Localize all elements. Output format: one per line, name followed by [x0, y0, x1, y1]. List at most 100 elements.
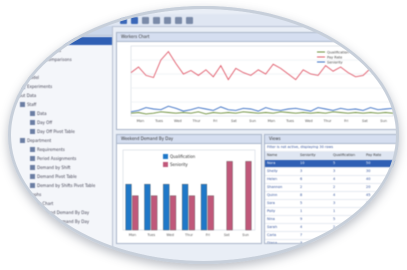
table-cell: 22: [366, 241, 371, 244]
sidebar-item[interactable]: Demand by Shifts Pivot Table: [8, 181, 112, 189]
table-cell: 35: [366, 201, 371, 205]
table-row[interactable]: Helen 6 4 40: [265, 176, 397, 184]
sidebar-item[interactable]: Day Off: [8, 118, 112, 126]
settings-icon[interactable]: [186, 16, 193, 24]
sidebar-item[interactable]: Experiments: [8, 82, 112, 90]
sidebar-item[interactable]: Demand by Shift: [8, 163, 112, 171]
table-cell: 7: [300, 233, 303, 237]
table-row[interactable]: Sora 5 3 35: [265, 200, 397, 208]
table-cell: 2: [300, 185, 303, 189]
folder-icon: [30, 164, 35, 170]
table-row[interactable]: Nora 10 5 50: [265, 160, 397, 168]
sidebar-item[interactable]: Demand Pivot Table: [8, 172, 112, 180]
export-icon[interactable]: [175, 16, 182, 24]
folder-icon: [20, 191, 25, 197]
sidebar-item-label: Model: [27, 74, 40, 80]
table-cell: 2: [333, 225, 336, 229]
table-cell: Shelly: [267, 169, 278, 173]
table-cell: 5: [333, 217, 336, 221]
home-icon[interactable]: [142, 16, 149, 24]
legend-swatch: [163, 162, 168, 167]
data-table[interactable]: Name Seniority Qualification Pay Rate Nora 10…: [265, 152, 397, 244]
sidebar-item[interactable]: Model: [8, 73, 112, 81]
sidebar-item-label: Data: [37, 110, 47, 116]
table-row[interactable]: Shannon 2 2 20: [265, 184, 397, 192]
table-cell: 3: [300, 241, 303, 244]
x-tick-label: Sun: [380, 119, 387, 123]
folder-icon: [20, 83, 25, 89]
line-chart-title: Workers Chart: [117, 33, 397, 42]
bar: [207, 195, 214, 231]
sidebar-item[interactable]: Period Assignments: [8, 154, 112, 162]
column-header[interactable]: Pay Rate: [364, 152, 397, 159]
table-row[interactable]: Quinn 8 4 45: [265, 192, 397, 200]
table-cell: 1: [333, 209, 336, 213]
refresh-icon[interactable]: [153, 16, 160, 24]
table-cell: 5: [333, 161, 336, 165]
back-icon[interactable]: [120, 16, 127, 24]
column-header[interactable]: Qualification: [331, 152, 364, 159]
sidebar-item[interactable]: Sample Analyses: [8, 46, 112, 54]
table-cell: Shannon: [267, 185, 283, 189]
folder-icon: [30, 146, 35, 152]
folder-icon: [20, 74, 25, 80]
sidebar-item[interactable]: Example Comparisons: [8, 55, 112, 63]
bar-chart-title: Weekend Demand By Day: [117, 135, 261, 144]
table-row[interactable]: Polly 1 1 15: [265, 208, 397, 216]
table-row[interactable]: Diana 3 2 22: [265, 240, 397, 244]
table-row[interactable]: Shelly 3 3 30: [265, 168, 397, 176]
sidebar-item[interactable]: Weekend Demand By Day: [8, 217, 112, 225]
sidebar-item-label: Weekend Demand By Day: [37, 218, 90, 224]
table-row[interactable]: Sarah 4 2 25: [265, 224, 397, 232]
sidebar-item[interactable]: Analyses: [8, 37, 112, 45]
sidebar-item[interactable]: Input Data: [8, 91, 112, 99]
column-header[interactable]: Name: [265, 152, 298, 159]
table-cell: 50: [366, 161, 371, 165]
folder-icon: [8, 92, 13, 98]
folder-icon: [20, 101, 25, 107]
sidebar-item[interactable]: Graphs: [8, 190, 112, 198]
bar: [182, 184, 189, 231]
folder-icon: [20, 56, 25, 62]
table-row[interactable]: Nina 9 5 48: [265, 216, 397, 224]
sidebar-item[interactable]: Day Off Pivot Table: [8, 127, 112, 135]
sidebar-item[interactable]: Worker Chart: [8, 199, 112, 207]
table-cell: Diana: [267, 241, 278, 244]
table-cell: 2: [333, 185, 336, 189]
table-cell: 3: [333, 169, 336, 173]
table-title: Views: [265, 135, 397, 144]
x-tick-label: Sun: [242, 233, 249, 237]
x-tick-label: Thur: [322, 119, 332, 123]
sidebar-item[interactable]: Data: [8, 109, 112, 117]
sidebar-tree: Analyses Sample Analyses Example Compariso…: [8, 26, 113, 264]
folder-icon: [20, 137, 25, 143]
sidebar-item[interactable]: Department: [8, 136, 112, 144]
forward-icon[interactable]: [131, 16, 138, 24]
print-icon[interactable]: [164, 16, 171, 24]
table-cell: 3: [333, 201, 336, 205]
legend-label: Qualification: [327, 50, 349, 54]
bar: [188, 195, 195, 231]
sidebar-item[interactable]: Staff: [8, 100, 112, 108]
table-cell: 42: [366, 233, 371, 237]
legend-label: Pay Rate: [327, 55, 342, 59]
sidebar-header: [8, 26, 112, 36]
sidebar-item[interactable]: Requirements: [8, 145, 112, 153]
table-row[interactable]: Carla 7 4 42: [265, 232, 397, 240]
x-tick-label: Thur: [184, 233, 194, 237]
column-header[interactable]: Seniority: [298, 152, 331, 159]
x-tick-label: Sat: [224, 233, 230, 237]
x-tick-label: Fri: [213, 119, 217, 123]
bar: [125, 184, 132, 231]
table-header-row: Name Seniority Qualification Pay Rate: [265, 152, 397, 160]
sidebar-item[interactable]: Analysis: [8, 64, 112, 72]
x-tick-label: Tues: [285, 119, 294, 123]
folder-icon: [8, 65, 13, 71]
sidebar-item[interactable]: Weekend Demand By Day: [8, 208, 112, 216]
folder-icon: [30, 182, 35, 188]
folder-icon: [30, 209, 35, 215]
sidebar-item-label: Department: [27, 137, 52, 143]
table-cell: 40: [366, 177, 371, 181]
table-cell: 9: [300, 217, 303, 221]
table-cell: 4: [300, 225, 303, 229]
